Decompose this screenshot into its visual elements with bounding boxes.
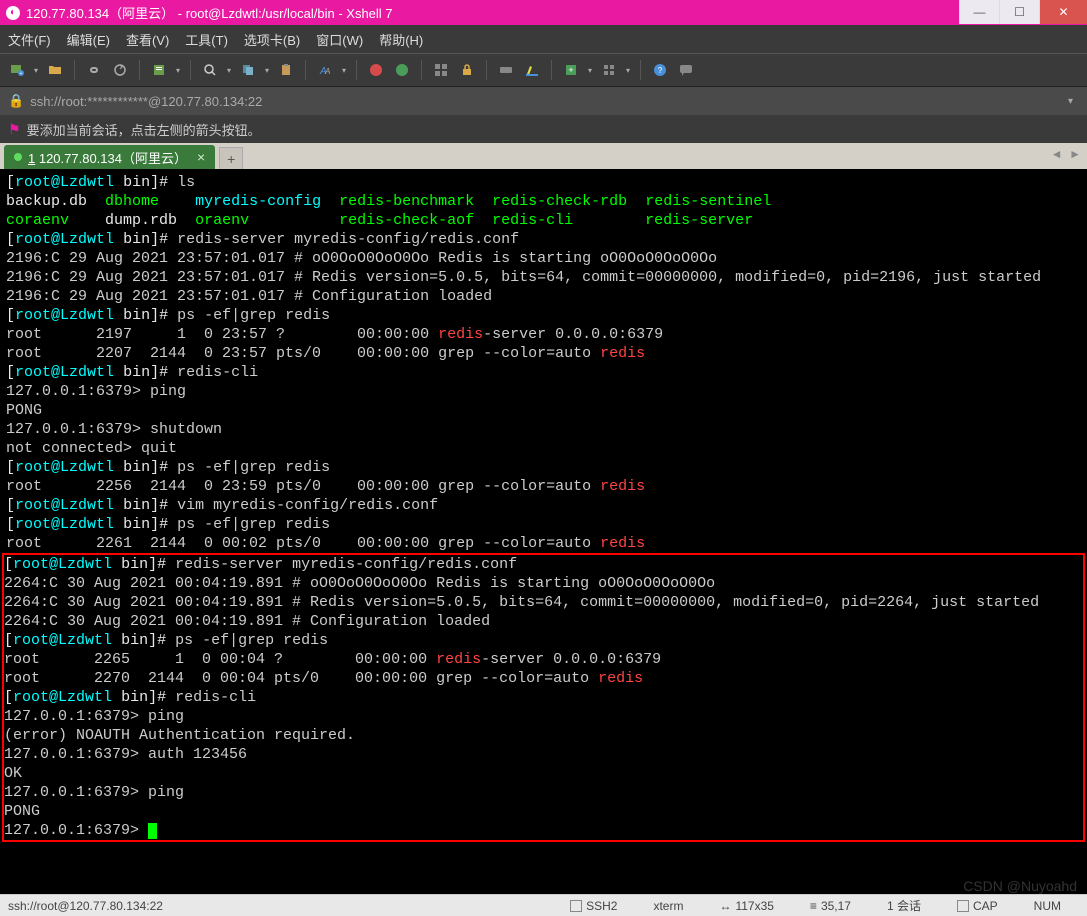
close-button[interactable]: ✕: [1039, 0, 1087, 24]
tab-bar: 1 120.77.80.134（阿里云） × + ◄ ►: [0, 143, 1087, 169]
status-sessions: 1 会话: [887, 897, 921, 914]
status-num: NUM: [1034, 899, 1061, 913]
tile-icon[interactable]: [430, 59, 452, 81]
titlebar: ◐ 120.77.80.134（阿里云） - root@Lzdwtl:/usr/…: [0, 0, 1087, 25]
link-icon[interactable]: [83, 59, 105, 81]
dropdown-icon[interactable]: ▾: [32, 59, 40, 81]
dropdown-icon[interactable]: ▾: [624, 59, 632, 81]
add-icon[interactable]: +: [560, 59, 582, 81]
help-icon[interactable]: ?: [649, 59, 671, 81]
dropdown-icon[interactable]: ▾: [1062, 96, 1079, 107]
status-caps: CAP: [957, 899, 998, 913]
menu-help[interactable]: 帮助(H): [379, 30, 423, 49]
toolbar: + ▾ ▾ ▾ ▾ AA ▾ + ▾ ▾ ?: [0, 53, 1087, 87]
ssh-icon: [570, 900, 582, 912]
status-bar: ssh://root@120.77.80.134:22 SSH2 xterm ↔…: [0, 894, 1087, 916]
keyboard-icon[interactable]: [495, 59, 517, 81]
address-text: ssh://root:************@120.77.80.134:22: [30, 94, 262, 109]
font-icon[interactable]: AA: [314, 59, 336, 81]
dropdown-icon[interactable]: ▾: [174, 59, 182, 81]
tab-label: 1 120.77.80.134（阿里云）: [28, 148, 187, 167]
status-path: ssh://root@120.77.80.134:22: [8, 899, 163, 913]
highlight-box: [root@Lzdwtl bin]# redis-server myredis-…: [2, 553, 1085, 842]
paste-icon[interactable]: [275, 59, 297, 81]
window-title: 120.77.80.134（阿里云） - root@Lzdwtl:/usr/lo…: [26, 3, 1081, 22]
status-size: ↔ 117x35: [719, 899, 773, 913]
dropdown-icon[interactable]: ▾: [586, 59, 594, 81]
menu-window[interactable]: 窗口(W): [316, 30, 363, 49]
svg-text:+: +: [20, 71, 23, 77]
app-icon: ◐: [6, 6, 20, 20]
status-term: xterm: [653, 899, 683, 913]
copy-icon[interactable]: [237, 59, 259, 81]
cursor: [148, 823, 157, 839]
status-cursor: ≡ 35,17: [810, 899, 851, 913]
svg-text:+: +: [568, 65, 573, 75]
open-icon[interactable]: [44, 59, 66, 81]
dropdown-icon[interactable]: ▾: [263, 59, 271, 81]
new-session-icon[interactable]: +: [6, 59, 28, 81]
status-dot-icon: [14, 153, 22, 161]
dropdown-icon[interactable]: ▾: [225, 59, 233, 81]
flag-icon: ⚑: [8, 121, 21, 138]
add-tab-button[interactable]: +: [219, 147, 243, 169]
address-bar[interactable]: 🔒 ssh://root:************@120.77.80.134:…: [0, 87, 1087, 115]
search-icon[interactable]: [199, 59, 221, 81]
lock-icon[interactable]: [456, 59, 478, 81]
terminal[interactable]: [root@Lzdwtl bin]# ls backup.db dbhome m…: [0, 169, 1087, 894]
menu-view[interactable]: 查看(V): [126, 30, 169, 49]
menu-tools[interactable]: 工具(T): [185, 30, 228, 49]
reconnect-icon[interactable]: [109, 59, 131, 81]
menu-tabs[interactable]: 选项卡(B): [244, 30, 300, 49]
hint-bar: ⚑ 要添加当前会话，点击左侧的箭头按钮。: [0, 115, 1087, 143]
properties-icon[interactable]: [148, 59, 170, 81]
tab-close-icon[interactable]: ×: [197, 149, 205, 165]
status-ssh: SSH2: [570, 899, 617, 913]
grid-icon[interactable]: [598, 59, 620, 81]
xshell-icon[interactable]: [365, 59, 387, 81]
tab-session[interactable]: 1 120.77.80.134（阿里云） ×: [4, 145, 215, 169]
maximize-button[interactable]: ☐: [999, 0, 1039, 24]
tab-nav[interactable]: ◄ ►: [1051, 147, 1081, 161]
menu-edit[interactable]: 编辑(E): [67, 30, 110, 49]
xftp-icon[interactable]: [391, 59, 413, 81]
lock-icon: 🔒: [8, 93, 24, 109]
watermark: CSDN @Nuyoahd: [963, 878, 1077, 894]
svg-text:?: ?: [658, 66, 663, 75]
hint-text: 要添加当前会话，点击左侧的箭头按钮。: [27, 120, 261, 139]
menubar: 文件(F) 编辑(E) 查看(V) 工具(T) 选项卡(B) 窗口(W) 帮助(…: [0, 25, 1087, 53]
minimize-button[interactable]: —: [959, 0, 999, 24]
menu-file[interactable]: 文件(F): [8, 30, 51, 49]
chat-icon[interactable]: [675, 59, 697, 81]
dropdown-icon[interactable]: ▾: [340, 59, 348, 81]
highlight-icon[interactable]: [521, 59, 543, 81]
svg-text:A: A: [324, 67, 330, 76]
